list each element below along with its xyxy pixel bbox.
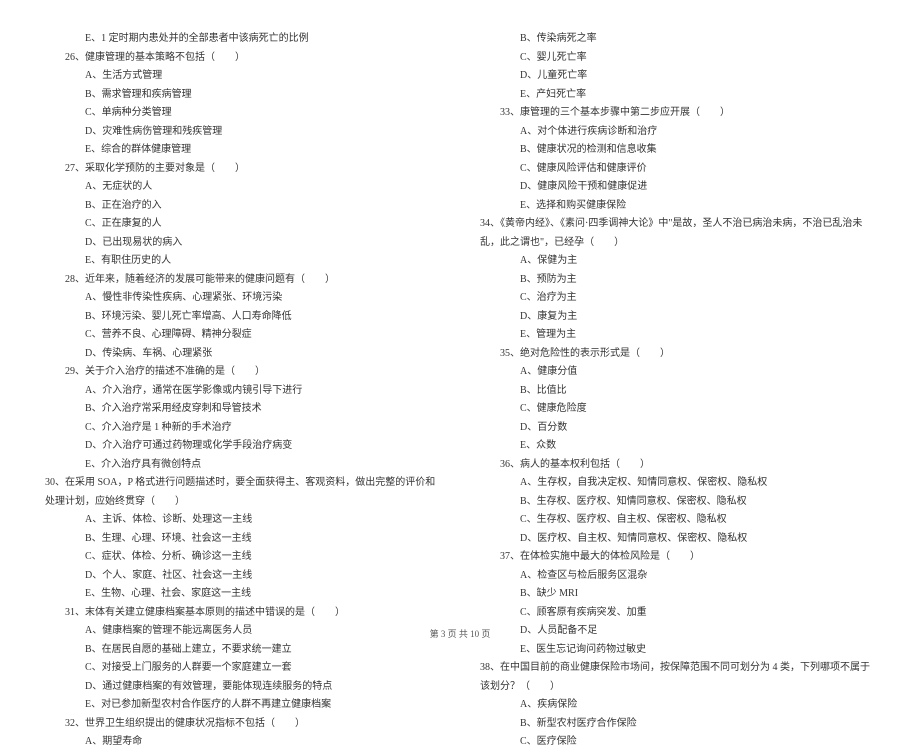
page-footer: 第 3 页 共 10 页 bbox=[0, 627, 920, 640]
q36-opt-a: A、生存权，自我决定权、知情同意权、保密权、隐私权 bbox=[480, 474, 875, 493]
q38-opt-c: C、医疗保险 bbox=[480, 733, 875, 752]
q31-opt-e: E、对已参加新型农村合作医疗的人群不再建立健康档案 bbox=[45, 696, 440, 715]
q30-opt-a: A、主诉、体检、诊断、处理这一主线 bbox=[45, 511, 440, 530]
q34-opt-e: E、管理为主 bbox=[480, 326, 875, 345]
q35-opt-a: A、健康分值 bbox=[480, 363, 875, 382]
q32-stem: 32、世界卫生组织提出的健康状况指标不包括（ ） bbox=[45, 715, 440, 734]
q33-opt-d: D、健康风险干预和健康促进 bbox=[480, 178, 875, 197]
q34-opt-b: B、预防为主 bbox=[480, 271, 875, 290]
q34-stem: 34、《黄帝内经》、《素问·四季调神大论》中"是故，圣人不治已病治未病，不治已乱… bbox=[480, 215, 875, 252]
q31-opt-d: D、通过健康档案的有效管理，要能体现连续服务的特点 bbox=[45, 678, 440, 697]
q27-opt-b: B、正在治疗的入 bbox=[45, 197, 440, 216]
q27-stem: 27、采取化学预防的主要对象是（ ） bbox=[45, 160, 440, 179]
q25-option-e: E、1 定时期内患处并的全部患者中该病死亡的比例 bbox=[45, 30, 440, 49]
q27-opt-e: E、有职住历史的人 bbox=[45, 252, 440, 271]
q31-opt-c: C、对接受上门服务的人群要一个家庭建立一套 bbox=[45, 659, 440, 678]
q30-stem: 30、在采用 SOA，P 格式进行问题描述时，要全面获得主、客观资料，做出完整的… bbox=[45, 474, 440, 511]
q26-opt-b: B、需求管理和疾病管理 bbox=[45, 86, 440, 105]
q28-opt-c: C、营养不良、心理障碍、精神分裂症 bbox=[45, 326, 440, 345]
q36-opt-b: B、生存权、医疗权、知情同意权、保密权、隐私权 bbox=[480, 493, 875, 512]
q34-opt-a: A、保健为主 bbox=[480, 252, 875, 271]
q36-opt-c: C、生存权、医疗权、自主权、保密权、隐私权 bbox=[480, 511, 875, 530]
q28-stem: 28、近年来，随着经济的发展可能带来的健康问题有（ ） bbox=[45, 271, 440, 290]
q35-opt-b: B、比值比 bbox=[480, 382, 875, 401]
q35-opt-d: D、百分数 bbox=[480, 419, 875, 438]
q27-opt-d: D、已出现易状的病入 bbox=[45, 234, 440, 253]
q35-stem: 35、绝对危险性的表示形式是（ ） bbox=[480, 345, 875, 364]
q38-opt-b: B、新型农村医疗合作保险 bbox=[480, 715, 875, 734]
q30-opt-c: C、症状、体检、分析、确诊这一主线 bbox=[45, 548, 440, 567]
q28-opt-a: A、慢性非传染性疾病、心理紧张、环境污染 bbox=[45, 289, 440, 308]
right-column: B、传染病死之率 C、婴儿死亡率 D、儿童死亡率 E、产妇死亡率 33、康管理的… bbox=[480, 30, 875, 752]
q30-opt-e: E、生物、心理、社会、家庭这一主线 bbox=[45, 585, 440, 604]
q37-opt-b: B、缺少 MRI bbox=[480, 585, 875, 604]
page-columns: E、1 定时期内患处并的全部患者中该病死亡的比例 26、健康管理的基本策略不包括… bbox=[45, 30, 875, 752]
q32-opt-b: B、传染病死之率 bbox=[480, 30, 875, 49]
q38-stem: 38、在中国目前的商业健康保险市场间，按保障范围不同可划分为 4 类，下列哪项不… bbox=[480, 659, 875, 696]
q28-opt-b: B、环境污染、婴儿死亡率增高、人口寿命降低 bbox=[45, 308, 440, 327]
q33-opt-c: C、健康风险评估和健康评价 bbox=[480, 160, 875, 179]
q27-opt-a: A、无症状的人 bbox=[45, 178, 440, 197]
q31-stem: 31、末体有关建立健康档案基本原则的描述中错误的是（ ） bbox=[45, 604, 440, 623]
q37-opt-c: C、顾客原有疾病突发、加重 bbox=[480, 604, 875, 623]
q33-stem: 33、康管理的三个基本步骤中第二步应开展（ ） bbox=[480, 104, 875, 123]
q32-opt-e: E、产妇死亡率 bbox=[480, 86, 875, 105]
q27-opt-c: C、正在康复的人 bbox=[45, 215, 440, 234]
q29-opt-e: E、介入治疗具有微创特点 bbox=[45, 456, 440, 475]
q35-opt-c: C、健康危险度 bbox=[480, 400, 875, 419]
q26-opt-e: E、综合的群体健康管理 bbox=[45, 141, 440, 160]
q30-opt-b: B、生理、心理、环境、社会这一主线 bbox=[45, 530, 440, 549]
q38-opt-a: A、疾病保险 bbox=[480, 696, 875, 715]
q33-opt-b: B、健康状况的检测和信息收集 bbox=[480, 141, 875, 160]
q37-stem: 37、在体检实施中最大的体检风险是（ ） bbox=[480, 548, 875, 567]
q29-opt-d: D、介入治疗可通过药物理或化学手段治疗病变 bbox=[45, 437, 440, 456]
q32-opt-d: D、儿童死亡率 bbox=[480, 67, 875, 86]
q29-stem: 29、关于介入治疗的描述不准确的是（ ） bbox=[45, 363, 440, 382]
q33-opt-a: A、对个体进行疾病诊断和治疗 bbox=[480, 123, 875, 142]
q35-opt-e: E、众数 bbox=[480, 437, 875, 456]
q26-opt-c: C、单病种分类管理 bbox=[45, 104, 440, 123]
q29-opt-a: A、介入治疗，通常在医学影像或内镜引导下进行 bbox=[45, 382, 440, 401]
q26-stem: 26、健康管理的基本策略不包括（ ） bbox=[45, 49, 440, 68]
q37-opt-a: A、检查区与检后服务区混杂 bbox=[480, 567, 875, 586]
q30-opt-d: D、个人、家庭、社区、社会这一主线 bbox=[45, 567, 440, 586]
q34-opt-c: C、治疗为主 bbox=[480, 289, 875, 308]
q33-opt-e: E、选择和购买健康保险 bbox=[480, 197, 875, 216]
q29-opt-b: B、介入治疗常采用经皮穿刺和导管技术 bbox=[45, 400, 440, 419]
q32-opt-a: A、期望寿命 bbox=[45, 733, 440, 752]
q28-opt-d: D、传染病、车祸、心理紧张 bbox=[45, 345, 440, 364]
q32-opt-c: C、婴儿死亡率 bbox=[480, 49, 875, 68]
left-column: E、1 定时期内患处并的全部患者中该病死亡的比例 26、健康管理的基本策略不包括… bbox=[45, 30, 440, 752]
q29-opt-c: C、介入治疗是 1 种新的手术治疗 bbox=[45, 419, 440, 438]
q34-opt-d: D、康复为主 bbox=[480, 308, 875, 327]
q26-opt-a: A、生活方式管理 bbox=[45, 67, 440, 86]
q36-stem: 36、病人的基本权利包括（ ） bbox=[480, 456, 875, 475]
q36-opt-d: D、医疗权、自主权、知情同意权、保密权、隐私权 bbox=[480, 530, 875, 549]
q26-opt-d: D、灾难性病伤管理和残疾管理 bbox=[45, 123, 440, 142]
